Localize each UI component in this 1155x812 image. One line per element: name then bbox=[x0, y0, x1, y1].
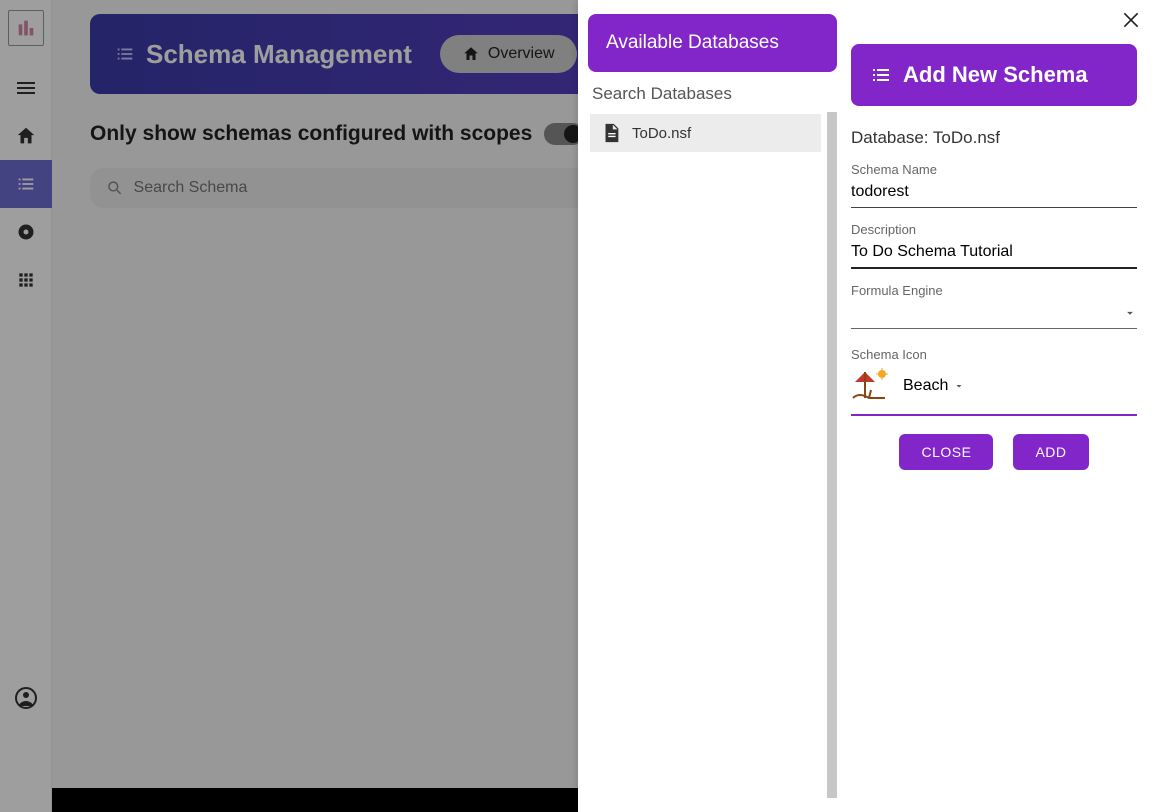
schema-icon-select[interactable]: Beach bbox=[851, 368, 1137, 416]
schema-name-input[interactable] bbox=[851, 177, 1137, 208]
chevron-down-icon bbox=[953, 380, 965, 392]
add-new-schema-header: Add New Schema bbox=[851, 44, 1137, 106]
schema-icon-label: Schema Icon bbox=[851, 347, 1137, 362]
database-item[interactable]: ToDo.nsf bbox=[590, 114, 821, 152]
database-column: Available Databases Search Databases ToD… bbox=[578, 0, 837, 812]
search-databases-label: Search Databases bbox=[592, 84, 837, 104]
schema-name-label: Schema Name bbox=[851, 162, 1137, 177]
description-label: Description bbox=[851, 222, 1137, 237]
available-databases-header: Available Databases bbox=[588, 14, 837, 72]
chevron-down-icon bbox=[1123, 306, 1137, 320]
beach-icon bbox=[851, 368, 887, 404]
form-column: Add New Schema Database: ToDo.nsf Schema… bbox=[837, 0, 1155, 812]
form-actions: CLOSE ADD bbox=[851, 434, 1137, 470]
close-panel-button[interactable] bbox=[1121, 10, 1141, 30]
database-item-label: ToDo.nsf bbox=[632, 125, 691, 142]
add-button[interactable]: ADD bbox=[1013, 434, 1088, 470]
database-list[interactable]: ToDo.nsf bbox=[588, 112, 837, 798]
file-icon bbox=[600, 122, 622, 144]
close-icon bbox=[1121, 10, 1141, 30]
description-input[interactable] bbox=[851, 237, 1137, 269]
list-icon bbox=[869, 63, 893, 87]
formula-engine-select[interactable] bbox=[851, 298, 1137, 329]
selected-database: Database: ToDo.nsf bbox=[851, 128, 1137, 148]
formula-engine-label: Formula Engine bbox=[851, 283, 1137, 298]
schema-icon-value: Beach bbox=[903, 377, 965, 395]
modal-backdrop[interactable] bbox=[0, 0, 578, 812]
add-schema-panel: Available Databases Search Databases ToD… bbox=[578, 0, 1155, 812]
close-button[interactable]: CLOSE bbox=[899, 434, 993, 470]
